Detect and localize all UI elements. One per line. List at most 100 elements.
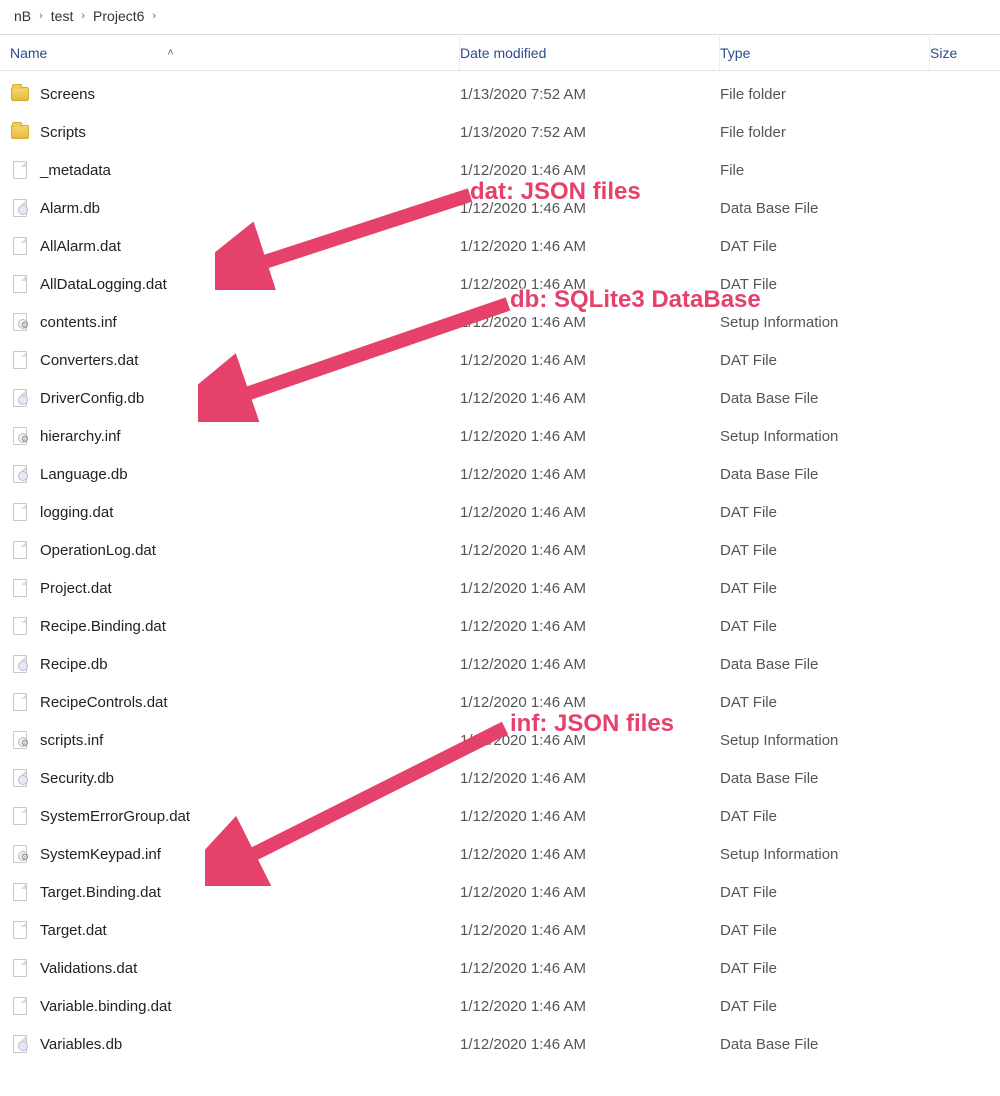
- database-file-icon: [10, 768, 30, 788]
- file-row[interactable]: AllDataLogging.dat1/12/2020 1:46 AMDAT F…: [0, 265, 1000, 303]
- breadcrumb-part[interactable]: Project6: [89, 6, 148, 26]
- file-row[interactable]: ⚙SystemKeypad.inf1/12/2020 1:46 AMSetup …: [0, 835, 1000, 873]
- chevron-right-icon[interactable]: ›: [148, 10, 160, 22]
- file-row[interactable]: Target.dat1/12/2020 1:46 AMDAT File: [0, 911, 1000, 949]
- file-type: DAT File: [720, 352, 930, 369]
- file-row[interactable]: Project.dat1/12/2020 1:46 AMDAT File: [0, 569, 1000, 607]
- file-type: DAT File: [720, 580, 930, 597]
- column-header-name[interactable]: Name ˄: [10, 35, 460, 70]
- file-date: 1/12/2020 1:46 AM: [460, 732, 720, 749]
- file-date: 1/12/2020 1:46 AM: [460, 1036, 720, 1053]
- file-name: Variables.db: [40, 1036, 460, 1053]
- file-row[interactable]: ⚙contents.inf1/12/2020 1:46 AMSetup Info…: [0, 303, 1000, 341]
- file-date: 1/12/2020 1:46 AM: [460, 618, 720, 635]
- file-row[interactable]: ⚙hierarchy.inf1/12/2020 1:46 AMSetup Inf…: [0, 417, 1000, 455]
- file-name: Recipe.db: [40, 656, 460, 673]
- database-file-icon: [10, 198, 30, 218]
- file-icon: [10, 236, 30, 256]
- chevron-right-icon[interactable]: ›: [35, 10, 47, 22]
- file-type: DAT File: [720, 998, 930, 1015]
- file-name: RecipeControls.dat: [40, 694, 460, 711]
- file-row[interactable]: Variables.db1/12/2020 1:46 AMData Base F…: [0, 1025, 1000, 1063]
- file-type: DAT File: [720, 238, 930, 255]
- file-row[interactable]: Alarm.db1/12/2020 1:46 AMData Base File: [0, 189, 1000, 227]
- file-name: SystemErrorGroup.dat: [40, 808, 460, 825]
- file-date: 1/12/2020 1:46 AM: [460, 162, 720, 179]
- folder-icon: [10, 122, 30, 142]
- file-name: Validations.dat: [40, 960, 460, 977]
- file-name: DriverConfig.db: [40, 390, 460, 407]
- file-date: 1/12/2020 1:46 AM: [460, 390, 720, 407]
- file-row[interactable]: Recipe.db1/12/2020 1:46 AMData Base File: [0, 645, 1000, 683]
- setup-info-file-icon: ⚙: [10, 844, 30, 864]
- file-name: OperationLog.dat: [40, 542, 460, 559]
- file-icon: [10, 616, 30, 636]
- file-name: _metadata: [40, 162, 460, 179]
- file-row[interactable]: logging.dat1/12/2020 1:46 AMDAT File: [0, 493, 1000, 531]
- file-date: 1/12/2020 1:46 AM: [460, 200, 720, 217]
- file-row[interactable]: Variable.binding.dat1/12/2020 1:46 AMDAT…: [0, 987, 1000, 1025]
- file-row[interactable]: Validations.dat1/12/2020 1:46 AMDAT File: [0, 949, 1000, 987]
- file-type: DAT File: [720, 884, 930, 901]
- file-name: Alarm.db: [40, 200, 460, 217]
- file-icon: [10, 882, 30, 902]
- file-type: DAT File: [720, 922, 930, 939]
- file-row[interactable]: AllAlarm.dat1/12/2020 1:46 AMDAT File: [0, 227, 1000, 265]
- file-name: Converters.dat: [40, 352, 460, 369]
- setup-info-file-icon: ⚙: [10, 730, 30, 750]
- file-type: Data Base File: [720, 770, 930, 787]
- file-type: Data Base File: [720, 390, 930, 407]
- file-row[interactable]: DriverConfig.db1/12/2020 1:46 AMData Bas…: [0, 379, 1000, 417]
- file-row[interactable]: Scripts1/13/2020 7:52 AMFile folder: [0, 113, 1000, 151]
- file-name: Variable.binding.dat: [40, 998, 460, 1015]
- file-date: 1/12/2020 1:46 AM: [460, 238, 720, 255]
- file-type: Data Base File: [720, 656, 930, 673]
- column-header-date[interactable]: Date modified: [460, 35, 720, 70]
- file-row[interactable]: Security.db1/12/2020 1:46 AMData Base Fi…: [0, 759, 1000, 797]
- file-date: 1/12/2020 1:46 AM: [460, 846, 720, 863]
- file-type: Data Base File: [720, 200, 930, 217]
- column-header-size-label: Size: [930, 45, 957, 61]
- file-row[interactable]: Converters.dat1/12/2020 1:46 AMDAT File: [0, 341, 1000, 379]
- file-type: DAT File: [720, 618, 930, 635]
- file-type: DAT File: [720, 276, 930, 293]
- file-row[interactable]: Recipe.Binding.dat1/12/2020 1:46 AMDAT F…: [0, 607, 1000, 645]
- file-icon: [10, 578, 30, 598]
- file-date: 1/12/2020 1:46 AM: [460, 694, 720, 711]
- file-row[interactable]: OperationLog.dat1/12/2020 1:46 AMDAT Fil…: [0, 531, 1000, 569]
- file-type: DAT File: [720, 542, 930, 559]
- file-icon: [10, 996, 30, 1016]
- file-name: contents.inf: [40, 314, 460, 331]
- file-row[interactable]: Language.db1/12/2020 1:46 AMData Base Fi…: [0, 455, 1000, 493]
- file-name: Target.Binding.dat: [40, 884, 460, 901]
- breadcrumb-part[interactable]: nB: [10, 6, 35, 26]
- file-row[interactable]: _metadata1/12/2020 1:46 AMFile: [0, 151, 1000, 189]
- folder-icon: [10, 84, 30, 104]
- file-date: 1/12/2020 1:46 AM: [460, 998, 720, 1015]
- file-date: 1/12/2020 1:46 AM: [460, 314, 720, 331]
- file-type: Data Base File: [720, 1036, 930, 1053]
- file-icon: [10, 806, 30, 826]
- file-row[interactable]: ⚙scripts.inf1/12/2020 1:46 AMSetup Infor…: [0, 721, 1000, 759]
- file-row[interactable]: RecipeControls.dat1/12/2020 1:46 AMDAT F…: [0, 683, 1000, 721]
- file-type: File: [720, 162, 930, 179]
- column-header-type[interactable]: Type: [720, 35, 930, 70]
- file-row[interactable]: Screens1/13/2020 7:52 AMFile folder: [0, 75, 1000, 113]
- file-name: Scripts: [40, 124, 460, 141]
- file-name: scripts.inf: [40, 732, 460, 749]
- breadcrumb-part[interactable]: test: [47, 6, 78, 26]
- file-date: 1/12/2020 1:46 AM: [460, 580, 720, 597]
- file-type: Setup Information: [720, 846, 930, 863]
- file-icon: [10, 920, 30, 940]
- file-name: logging.dat: [40, 504, 460, 521]
- file-date: 1/12/2020 1:46 AM: [460, 352, 720, 369]
- file-icon: [10, 274, 30, 294]
- chevron-right-icon[interactable]: ›: [77, 10, 89, 22]
- file-row[interactable]: Target.Binding.dat1/12/2020 1:46 AMDAT F…: [0, 873, 1000, 911]
- file-date: 1/13/2020 7:52 AM: [460, 86, 720, 103]
- file-date: 1/12/2020 1:46 AM: [460, 466, 720, 483]
- file-name: AllDataLogging.dat: [40, 276, 460, 293]
- column-header-size[interactable]: Size: [930, 35, 1000, 70]
- file-row[interactable]: SystemErrorGroup.dat1/12/2020 1:46 AMDAT…: [0, 797, 1000, 835]
- file-type: Setup Information: [720, 314, 930, 331]
